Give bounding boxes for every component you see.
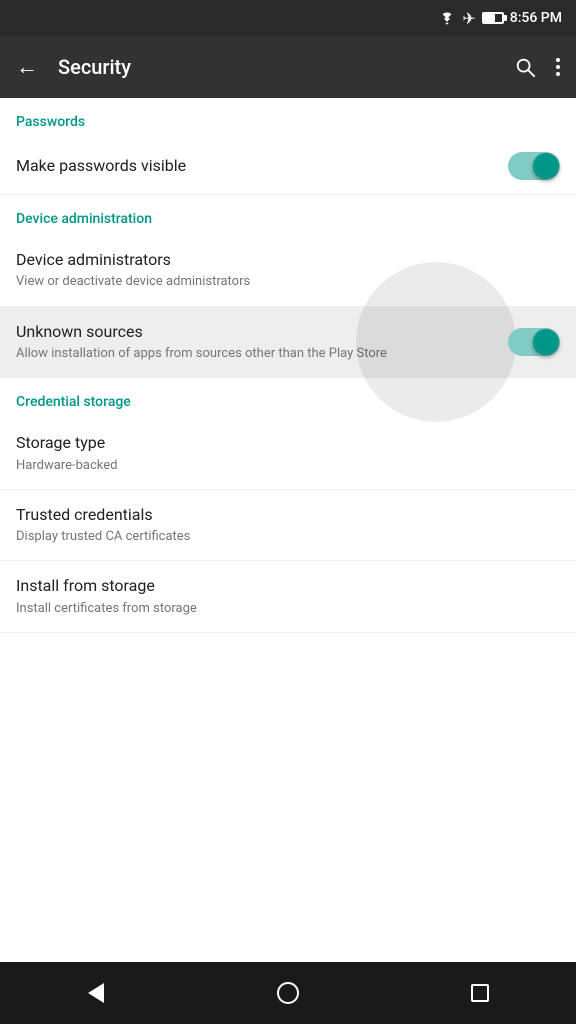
device-administrators-item[interactable]: Device administrators View or deactivate… (0, 235, 576, 307)
settings-content: Passwords Make passwords visible Device … (0, 98, 576, 962)
status-icons: ✈ 8:56 PM (438, 9, 562, 28)
unknown-sources-item[interactable]: Unknown sources Allow installation of ap… (0, 307, 576, 379)
make-passwords-visible-title: Make passwords visible (16, 155, 508, 177)
passwords-section-header: Passwords (0, 98, 576, 138)
more-options-icon[interactable] (556, 58, 560, 76)
airplane-icon: ✈ (462, 9, 475, 28)
trusted-credentials-title: Trusted credentials (16, 504, 560, 526)
back-nav-button[interactable] (66, 963, 126, 1023)
unknown-sources-title: Unknown sources (16, 321, 508, 343)
recent-nav-button[interactable] (450, 963, 510, 1023)
device-administration-section: Device administration Device administrat… (0, 195, 576, 378)
device-administrators-title: Device administrators (16, 249, 560, 271)
credential-storage-section: Credential storage Storage type Hardware… (0, 378, 576, 633)
device-administrators-subtitle: View or deactivate device administrators (16, 273, 560, 291)
install-from-storage-title: Install from storage (16, 575, 560, 597)
back-button[interactable]: ← (16, 54, 38, 80)
device-administration-section-header: Device administration (0, 195, 576, 235)
home-nav-button[interactable] (258, 963, 318, 1023)
app-bar: ← Security (0, 36, 576, 98)
status-bar: ✈ 8:56 PM (0, 0, 576, 36)
credential-storage-section-header: Credential storage (0, 378, 576, 418)
make-passwords-visible-toggle[interactable] (508, 152, 560, 180)
search-icon[interactable] (514, 56, 536, 78)
wifi-icon (438, 11, 456, 25)
status-time: 8:56 PM (510, 10, 562, 26)
recent-nav-icon (471, 984, 489, 1002)
install-from-storage-subtitle: Install certificates from storage (16, 600, 560, 618)
unknown-sources-toggle[interactable] (508, 328, 560, 356)
trusted-credentials-subtitle: Display trusted CA certificates (16, 528, 560, 546)
storage-type-item[interactable]: Storage type Hardware-backed (0, 418, 576, 490)
app-bar-actions (514, 56, 560, 78)
install-from-storage-item[interactable]: Install from storage Install certificate… (0, 561, 576, 633)
storage-type-title: Storage type (16, 432, 560, 454)
trusted-credentials-item[interactable]: Trusted credentials Display trusted CA c… (0, 490, 576, 562)
unknown-sources-subtitle: Allow installation of apps from sources … (16, 345, 508, 363)
back-nav-icon (88, 983, 104, 1003)
passwords-section: Passwords Make passwords visible (0, 98, 576, 195)
page-title: Security (58, 55, 514, 79)
storage-type-subtitle: Hardware-backed (16, 457, 560, 475)
home-nav-icon (277, 982, 299, 1004)
make-passwords-visible-item[interactable]: Make passwords visible (0, 138, 576, 195)
nav-bar (0, 962, 576, 1024)
battery-icon (482, 12, 504, 24)
